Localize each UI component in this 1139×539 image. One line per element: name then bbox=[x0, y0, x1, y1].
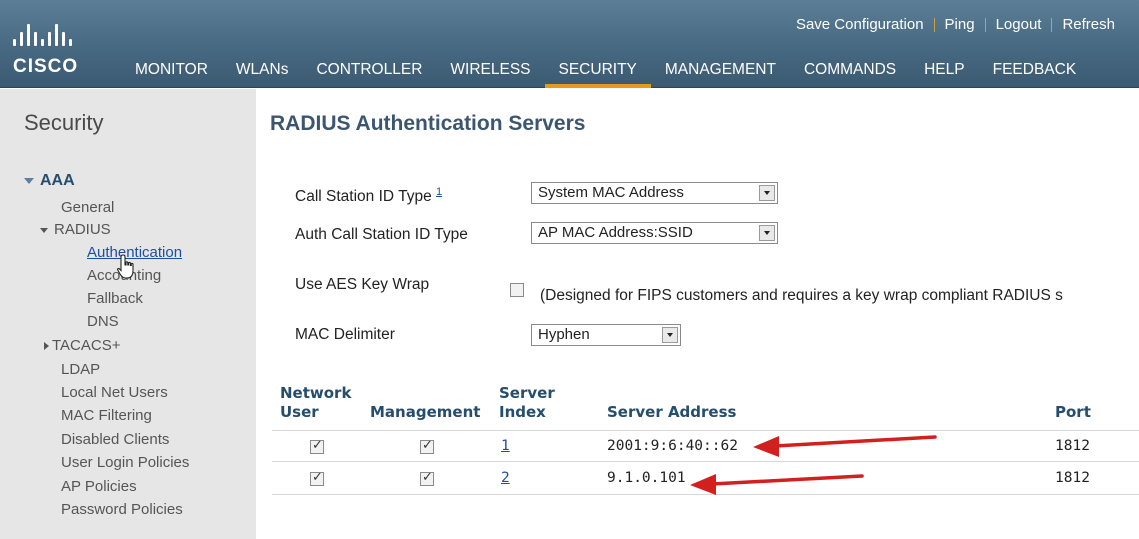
nav-commands[interactable]: COMMANDS bbox=[790, 58, 910, 88]
top-links: Save Configuration Ping Logout Refresh bbox=[786, 16, 1125, 33]
management-checkbox[interactable] bbox=[420, 438, 434, 454]
ping-link[interactable]: Ping bbox=[935, 16, 985, 33]
sidebar-item-local-net-users[interactable]: Local Net Users bbox=[61, 384, 168, 401]
chevron-down-icon bbox=[759, 185, 775, 201]
sidebar-item-aaa[interactable]: AAA bbox=[24, 172, 75, 190]
main-nav: MONITOR WLANs CONTROLLER WIRELESS SECURI… bbox=[121, 58, 1090, 88]
column-header-port: Port bbox=[1055, 403, 1091, 421]
sidebar-item-label: AAA bbox=[40, 172, 75, 189]
nav-management[interactable]: MANAGEMENT bbox=[651, 58, 790, 88]
refresh-link[interactable]: Refresh bbox=[1052, 16, 1125, 33]
sidebar-item-password-policies[interactable]: Password Policies bbox=[61, 501, 183, 518]
brand-name: CISCO bbox=[13, 56, 79, 77]
mac-delimiter-label: MAC Delimiter bbox=[295, 326, 395, 343]
nav-monitor[interactable]: MONITOR bbox=[121, 58, 222, 88]
mac-delimiter-select[interactable]: Hyphen bbox=[531, 324, 681, 346]
nav-controller[interactable]: CONTROLLER bbox=[302, 58, 436, 88]
column-header-network-user: Network User bbox=[280, 384, 351, 422]
chevron-down-icon bbox=[759, 225, 775, 241]
cisco-logo-icon bbox=[13, 22, 72, 46]
label-text: Call Station ID Type bbox=[295, 188, 432, 206]
logout-link[interactable]: Logout bbox=[986, 16, 1052, 33]
hand-cursor-icon bbox=[117, 254, 134, 279]
expand-icon bbox=[40, 227, 48, 233]
auth-call-station-id-type-label: Auth Call Station ID Type bbox=[295, 226, 468, 243]
aes-key-wrap-note: (Designed for FIPS customers and require… bbox=[540, 287, 1063, 304]
sidebar bbox=[0, 89, 256, 539]
select-value: AP MAC Address:SSID bbox=[538, 224, 693, 241]
nav-security[interactable]: SECURITY bbox=[544, 58, 651, 88]
server-index-link[interactable]: 1 bbox=[501, 438, 510, 454]
nav-help[interactable]: HELP bbox=[910, 58, 979, 88]
aes-key-wrap-checkbox[interactable] bbox=[510, 283, 524, 297]
column-header-server-index: Server Index bbox=[499, 384, 555, 422]
select-value: System MAC Address bbox=[538, 184, 684, 201]
header-line: Network bbox=[280, 384, 352, 402]
header-line: User bbox=[280, 403, 319, 421]
header-line: Server bbox=[499, 384, 555, 402]
call-station-id-type-label: Call Station ID Type 1 bbox=[295, 186, 442, 206]
auth-call-station-id-type-select[interactable]: AP MAC Address:SSID bbox=[531, 222, 778, 244]
annotation-arrow-icon bbox=[753, 435, 937, 457]
nav-wireless[interactable]: WIRELESS bbox=[436, 58, 544, 88]
management-checkbox[interactable] bbox=[420, 470, 434, 486]
sidebar-item-label: TACACS+ bbox=[52, 337, 121, 354]
nav-feedback[interactable]: FEEDBACK bbox=[979, 58, 1091, 88]
server-port: 1812 bbox=[1055, 470, 1090, 486]
aes-key-wrap-label: Use AES Key Wrap bbox=[295, 276, 430, 293]
sidebar-item-radius[interactable]: RADIUS bbox=[40, 221, 111, 238]
nav-wlans[interactable]: WLANs bbox=[222, 58, 303, 88]
collapsed-icon bbox=[44, 342, 49, 351]
sidebar-item-general[interactable]: General bbox=[61, 199, 114, 216]
sidebar-item-tacacs[interactable]: TACACS+ bbox=[44, 337, 121, 354]
column-header-management: Management bbox=[370, 403, 481, 421]
select-value: Hyphen bbox=[538, 326, 590, 343]
network-user-checkbox[interactable] bbox=[310, 470, 324, 486]
sidebar-item-fallback[interactable]: Fallback bbox=[87, 290, 143, 307]
network-user-checkbox[interactable] bbox=[310, 438, 324, 454]
sidebar-title: Security bbox=[24, 110, 104, 135]
annotation-arrow-icon bbox=[690, 474, 864, 495]
server-address: 2001:9:6:40::62 bbox=[607, 438, 738, 454]
chevron-down-icon bbox=[662, 327, 678, 343]
save-configuration-link[interactable]: Save Configuration bbox=[786, 16, 934, 33]
sidebar-item-disabled-clients[interactable]: Disabled Clients bbox=[61, 431, 169, 448]
header-line: Index bbox=[499, 403, 546, 421]
server-port: 1812 bbox=[1055, 438, 1090, 454]
column-header-server-address: Server Address bbox=[607, 403, 737, 421]
footnote-link[interactable]: 1 bbox=[436, 186, 442, 198]
top-header: CISCO Save Configuration Ping Logout Ref… bbox=[0, 0, 1139, 88]
expand-icon bbox=[24, 177, 34, 184]
sidebar-item-dns[interactable]: DNS bbox=[87, 313, 119, 330]
call-station-id-type-select[interactable]: System MAC Address bbox=[531, 182, 778, 204]
page-title: RADIUS Authentication Servers bbox=[270, 112, 586, 135]
sidebar-item-mac-filtering[interactable]: MAC Filtering bbox=[61, 407, 152, 424]
sidebar-item-ap-policies[interactable]: AP Policies bbox=[61, 478, 137, 495]
sidebar-item-ldap[interactable]: LDAP bbox=[61, 361, 100, 378]
sidebar-item-label: RADIUS bbox=[54, 221, 111, 238]
server-address: 9.1.0.101 bbox=[607, 470, 686, 486]
sidebar-item-user-login-policies[interactable]: User Login Policies bbox=[61, 454, 189, 471]
server-index-link[interactable]: 2 bbox=[501, 470, 510, 486]
table-row[interactable]: 1 2001:9:6:40::62 1812 bbox=[272, 430, 1139, 462]
